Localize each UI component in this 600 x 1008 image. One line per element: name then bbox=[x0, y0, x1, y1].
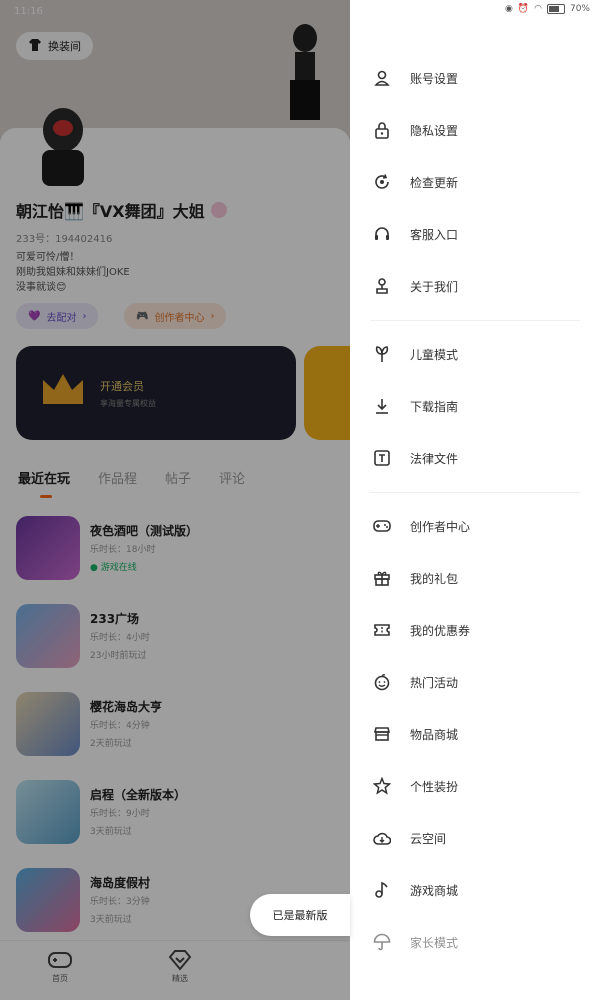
menu-label: 个性装扮 bbox=[410, 779, 459, 794]
menu-label: 云空间 bbox=[410, 831, 447, 846]
smile-icon bbox=[372, 672, 392, 692]
battery-level: 70% bbox=[569, 4, 590, 14]
menu-label: 下载指南 bbox=[410, 399, 459, 414]
menu-kids-mode[interactable]: 儿童模式 bbox=[350, 334, 600, 374]
menu-privacy-settings[interactable]: 隐私设置 bbox=[350, 110, 600, 150]
store-icon bbox=[372, 724, 392, 744]
eye-icon: ◉ bbox=[505, 4, 513, 14]
menu-label: 热门活动 bbox=[410, 675, 459, 690]
menu-label: 家长模式 bbox=[410, 935, 459, 950]
menu-check-update[interactable]: 检查更新 bbox=[350, 162, 600, 202]
menu-label: 游戏商城 bbox=[410, 883, 459, 898]
menu-label: 法律文件 bbox=[410, 451, 459, 466]
about-icon bbox=[372, 276, 392, 296]
ticket-icon bbox=[372, 620, 392, 640]
gift-icon bbox=[372, 568, 392, 588]
menu-label: 物品商城 bbox=[410, 727, 459, 742]
user-icon bbox=[372, 68, 392, 88]
menu-label: 创作者中心 bbox=[410, 519, 471, 534]
menu-label: 检查更新 bbox=[410, 175, 459, 190]
alarm-icon: ⏰ bbox=[517, 4, 530, 14]
menu-game-store[interactable]: 游戏商城 bbox=[350, 870, 600, 910]
menu-legal-docs[interactable]: 法律文件 bbox=[350, 438, 600, 478]
star-icon bbox=[372, 776, 392, 796]
system-status-bar: ◉ ⏰ ◠ 70% bbox=[505, 4, 590, 14]
menu-my-gifts[interactable]: 我的礼包 bbox=[350, 558, 600, 598]
battery-icon bbox=[546, 4, 565, 14]
cloud-icon bbox=[372, 828, 392, 848]
menu-label: 客服入口 bbox=[410, 227, 459, 242]
headset-icon bbox=[372, 224, 392, 244]
menu-label: 账号设置 bbox=[410, 71, 459, 86]
menu-label: 关于我们 bbox=[410, 279, 459, 294]
menu-my-coupons[interactable]: 我的优惠券 bbox=[350, 610, 600, 650]
menu-parent-mode[interactable]: 家长模式 bbox=[350, 922, 600, 962]
music-icon bbox=[372, 880, 392, 900]
menu-label: 儿童模式 bbox=[410, 347, 459, 362]
document-icon bbox=[372, 448, 392, 468]
dim-overlay[interactable] bbox=[0, 0, 350, 1000]
menu-personalize[interactable]: 个性装扮 bbox=[350, 766, 600, 806]
menu-label: 我的礼包 bbox=[410, 571, 459, 586]
umbrella-icon bbox=[372, 932, 392, 952]
menu-about-us[interactable]: 关于我们 bbox=[350, 266, 600, 306]
menu-item-store[interactable]: 物品商城 bbox=[350, 714, 600, 754]
download-icon bbox=[372, 396, 392, 416]
settings-drawer: ◉ ⏰ ◠ 70% 账号设置 隐私设置 检查更新 客服入口 关于我们 儿童模式 … bbox=[350, 0, 600, 1000]
menu-label: 我的优惠券 bbox=[410, 623, 471, 638]
menu-account-settings[interactable]: 账号设置 bbox=[350, 58, 600, 98]
gamepad-icon bbox=[372, 516, 392, 536]
wifi-icon: ◠ bbox=[534, 4, 542, 14]
update-icon bbox=[372, 172, 392, 192]
menu-divider bbox=[370, 320, 580, 321]
menu-divider bbox=[370, 492, 580, 493]
menu-creator-center[interactable]: 创作者中心 bbox=[350, 506, 600, 546]
menu-cloud-space[interactable]: 云空间 bbox=[350, 818, 600, 858]
sprout-icon bbox=[372, 344, 392, 364]
menu-hot-events[interactable]: 热门活动 bbox=[350, 662, 600, 702]
lock-icon bbox=[372, 120, 392, 140]
menu-customer-service[interactable]: 客服入口 bbox=[350, 214, 600, 254]
menu-download-guide[interactable]: 下载指南 bbox=[350, 386, 600, 426]
menu-label: 隐私设置 bbox=[410, 123, 459, 138]
toast-message: 已是最新版 bbox=[250, 894, 350, 936]
